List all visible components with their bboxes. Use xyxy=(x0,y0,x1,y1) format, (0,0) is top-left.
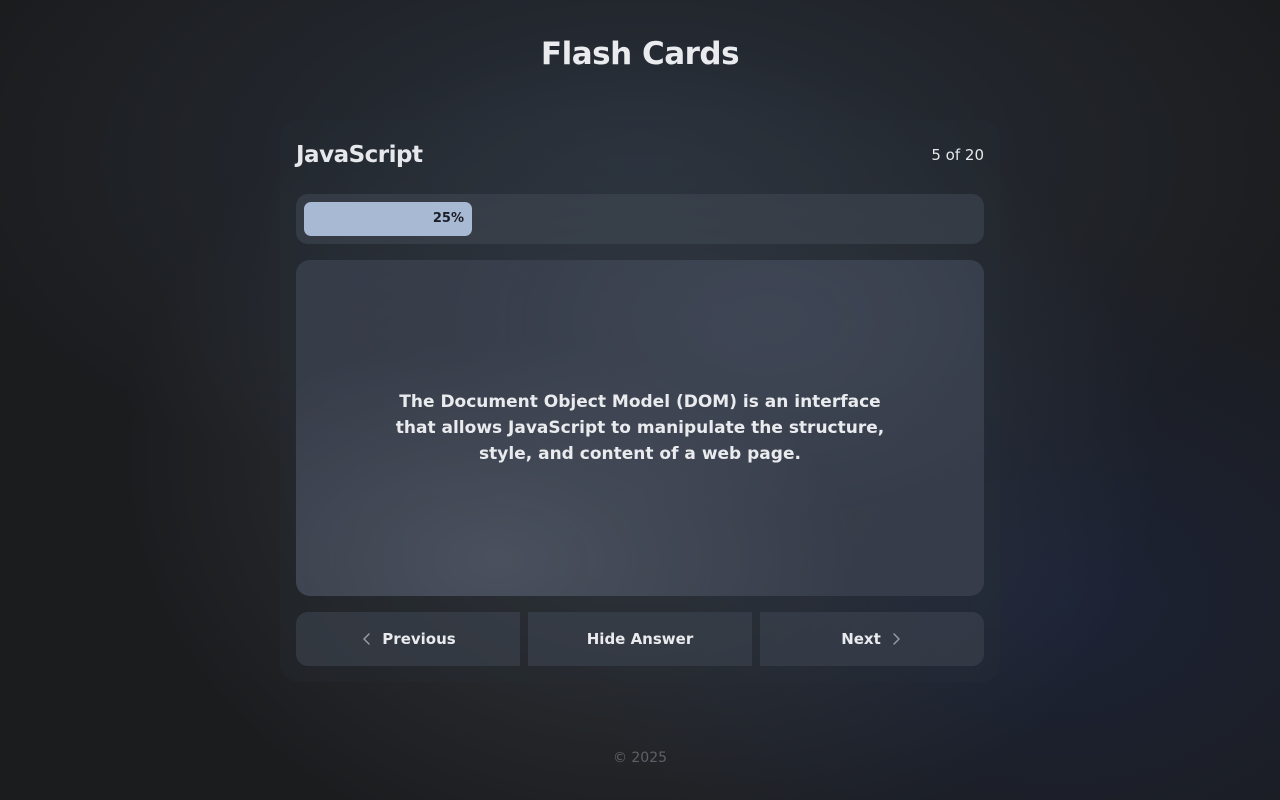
previous-button-label: Previous xyxy=(382,630,456,648)
hide-answer-button[interactable]: Hide Answer xyxy=(528,612,752,666)
deck-title: JavaScript xyxy=(296,142,423,168)
next-button-label: Next xyxy=(841,630,881,648)
next-button[interactable]: Next xyxy=(760,612,984,666)
progress-bar: 25% xyxy=(296,194,984,244)
previous-button[interactable]: Previous xyxy=(296,612,520,666)
deck-header: JavaScript 5 of 20 xyxy=(296,140,984,170)
progress-fill: 25% xyxy=(304,202,472,236)
card-counter: 5 of 20 xyxy=(931,146,984,164)
flashcard-answer-text: The Document Object Model (DOM) is an in… xyxy=(395,392,885,464)
card-controls: Previous Hide Answer Next xyxy=(296,612,984,666)
footer-copyright: © 2025 xyxy=(612,750,668,766)
chevron-right-icon xyxy=(893,633,900,645)
hide-answer-button-label: Hide Answer xyxy=(586,630,694,648)
flashcard-panel: JavaScript 5 of 20 25% The Document Obje… xyxy=(280,120,1000,682)
progress-label: 25% xyxy=(432,211,464,226)
page-title: Flash Cards xyxy=(540,36,740,72)
chevron-left-icon xyxy=(363,633,370,645)
flashcard[interactable]: The Document Object Model (DOM) is an in… xyxy=(296,260,984,596)
